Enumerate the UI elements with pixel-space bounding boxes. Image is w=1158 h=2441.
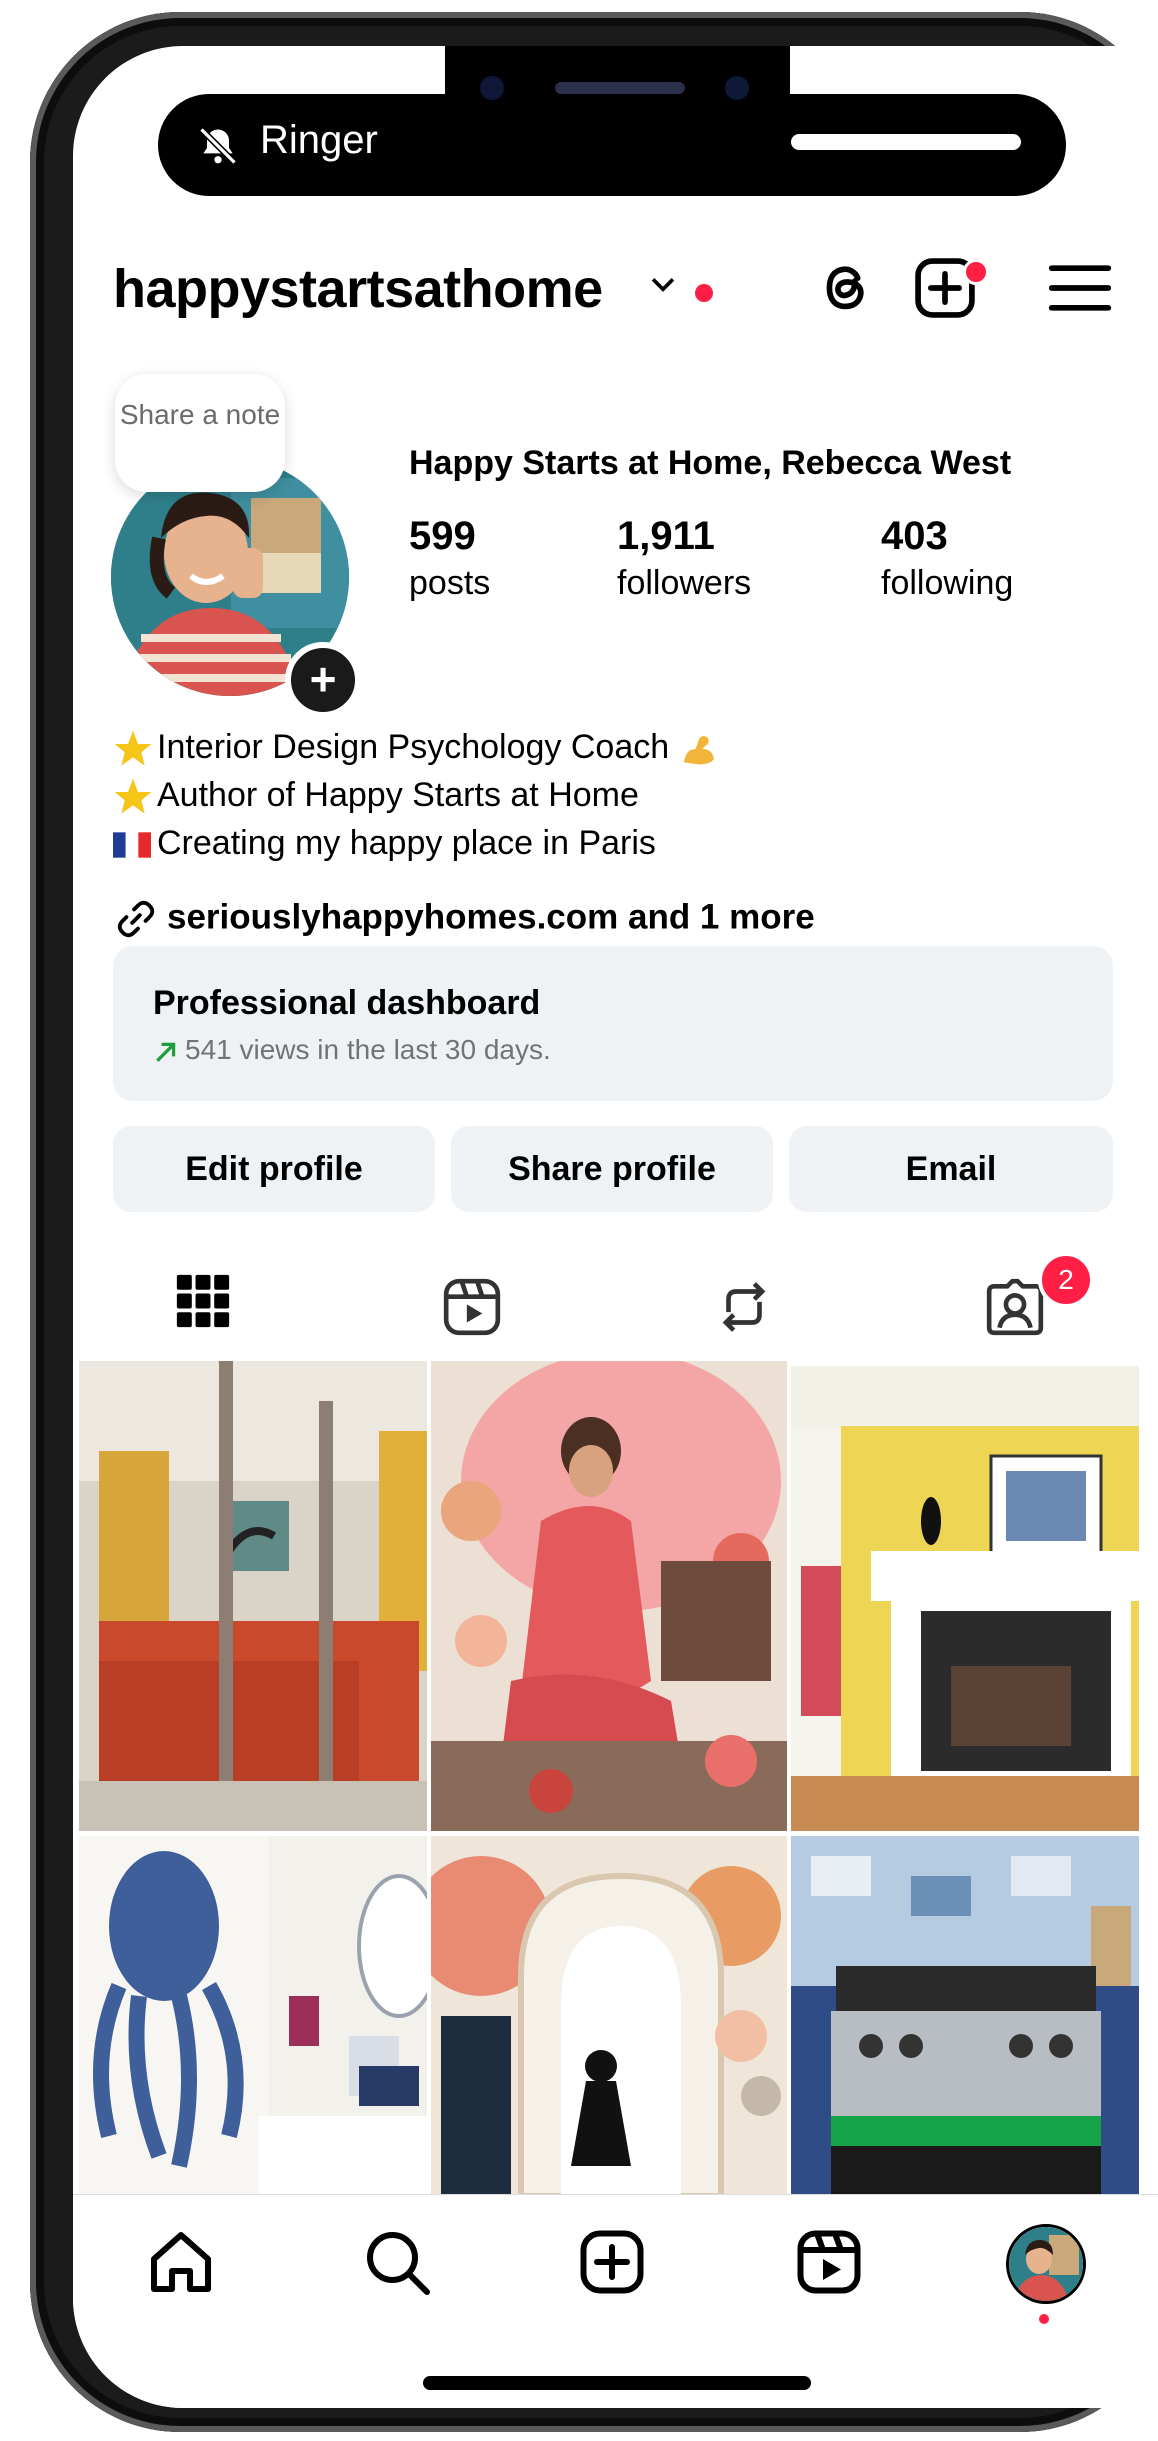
profile-full-name: Happy Starts at Home, Rebecca West (409, 444, 1012, 482)
post-thumbnail-collage-woman[interactable] (431, 1361, 787, 1831)
star-glow-icon (113, 776, 157, 817)
post-thumbnail-kitchen-stove[interactable] (791, 1836, 1139, 2196)
france-flag-icon (113, 824, 157, 863)
following-count[interactable]: 403 (881, 514, 948, 559)
followers-label[interactable]: followers (617, 564, 751, 603)
profile-username[interactable]: happystartsathome (113, 258, 603, 320)
speaker-grille (555, 82, 685, 94)
post-thumbnail-bedroom[interactable] (79, 1361, 427, 1831)
followers-count[interactable]: 1,911 (617, 514, 715, 559)
link-icon (117, 900, 155, 938)
profile-tab-avatar[interactable] (1006, 2224, 1086, 2304)
grid-icon[interactable] (175, 1272, 231, 1330)
post-thumbnail-arch-collage[interactable] (431, 1836, 787, 2196)
hamburger-menu-icon[interactable] (1046, 254, 1114, 322)
edit-profile-button[interactable]: Edit profile (113, 1126, 435, 1212)
bio-text-1: Interior Design Psychology Coach (157, 728, 670, 766)
bell-slash-icon (199, 127, 237, 165)
bio-text-3: Creating my happy place in Paris (157, 824, 656, 862)
posts-count[interactable]: 599 (409, 514, 476, 559)
post-thumbnail-fireplace[interactable] (791, 1366, 1139, 1831)
add-story-button[interactable]: + (285, 642, 361, 718)
share-note-label: Share a note (119, 399, 281, 430)
bio-line-3: Creating my happy place in Paris (113, 824, 656, 863)
profile-link[interactable]: seriouslyhappyhomes.com and 1 more (113, 896, 815, 942)
tagged-tab-icon[interactable] (983, 1276, 1047, 1338)
reposts-tab-icon[interactable] (713, 1276, 775, 1338)
sensor-icon (725, 76, 749, 100)
trend-up-arrow-icon (156, 1042, 176, 1062)
ringer-volume-bar (791, 134, 1021, 150)
profile-notification-dot (1039, 2314, 1049, 2324)
home-icon[interactable] (145, 2226, 217, 2298)
create-icon[interactable] (576, 2226, 648, 2298)
dashboard-views-text: 541 views in the last 30 days. (185, 1034, 551, 1065)
create-notification-dot (963, 259, 989, 285)
star-glow-icon (113, 728, 157, 769)
share-note-bubble[interactable]: Share a note (115, 374, 285, 492)
reels-icon[interactable] (793, 2226, 865, 2298)
reels-tab-icon[interactable] (441, 1276, 503, 1338)
professional-dashboard[interactable]: Professional dashboard 541 views in the … (113, 946, 1113, 1101)
flexed-biceps-icon (679, 728, 719, 766)
threads-icon[interactable] (811, 254, 879, 322)
bio-text-2: Author of Happy Starts at Home (157, 776, 639, 814)
email-button[interactable]: Email (789, 1126, 1113, 1212)
tagged-count-badge: 2 (1038, 1252, 1094, 1308)
search-icon[interactable] (361, 2226, 433, 2298)
ringer-label: Ringer (260, 118, 378, 162)
notch (445, 46, 790, 154)
post-thumbnail-octopus-bathroom[interactable] (79, 1836, 427, 2196)
posts-label[interactable]: posts (409, 564, 490, 603)
bio-line-1: Interior Design Psychology Coach (113, 728, 719, 769)
app-screen: Ringer happystartsathome + Share a note … (73, 46, 1158, 2408)
home-indicator (423, 2376, 811, 2390)
dashboard-subtitle: 541 views in the last 30 days. (153, 1034, 551, 1066)
share-profile-button[interactable]: Share profile (451, 1126, 773, 1212)
chevron-down-icon[interactable] (646, 268, 680, 302)
dashboard-title: Professional dashboard (153, 984, 541, 1022)
camera-icon (480, 76, 504, 100)
following-label[interactable]: following (881, 564, 1013, 603)
bio-line-2: Author of Happy Starts at Home (113, 776, 639, 817)
profile-link-text[interactable]: seriouslyhappyhomes.com and 1 more (167, 897, 815, 936)
account-alert-dot (695, 284, 713, 302)
